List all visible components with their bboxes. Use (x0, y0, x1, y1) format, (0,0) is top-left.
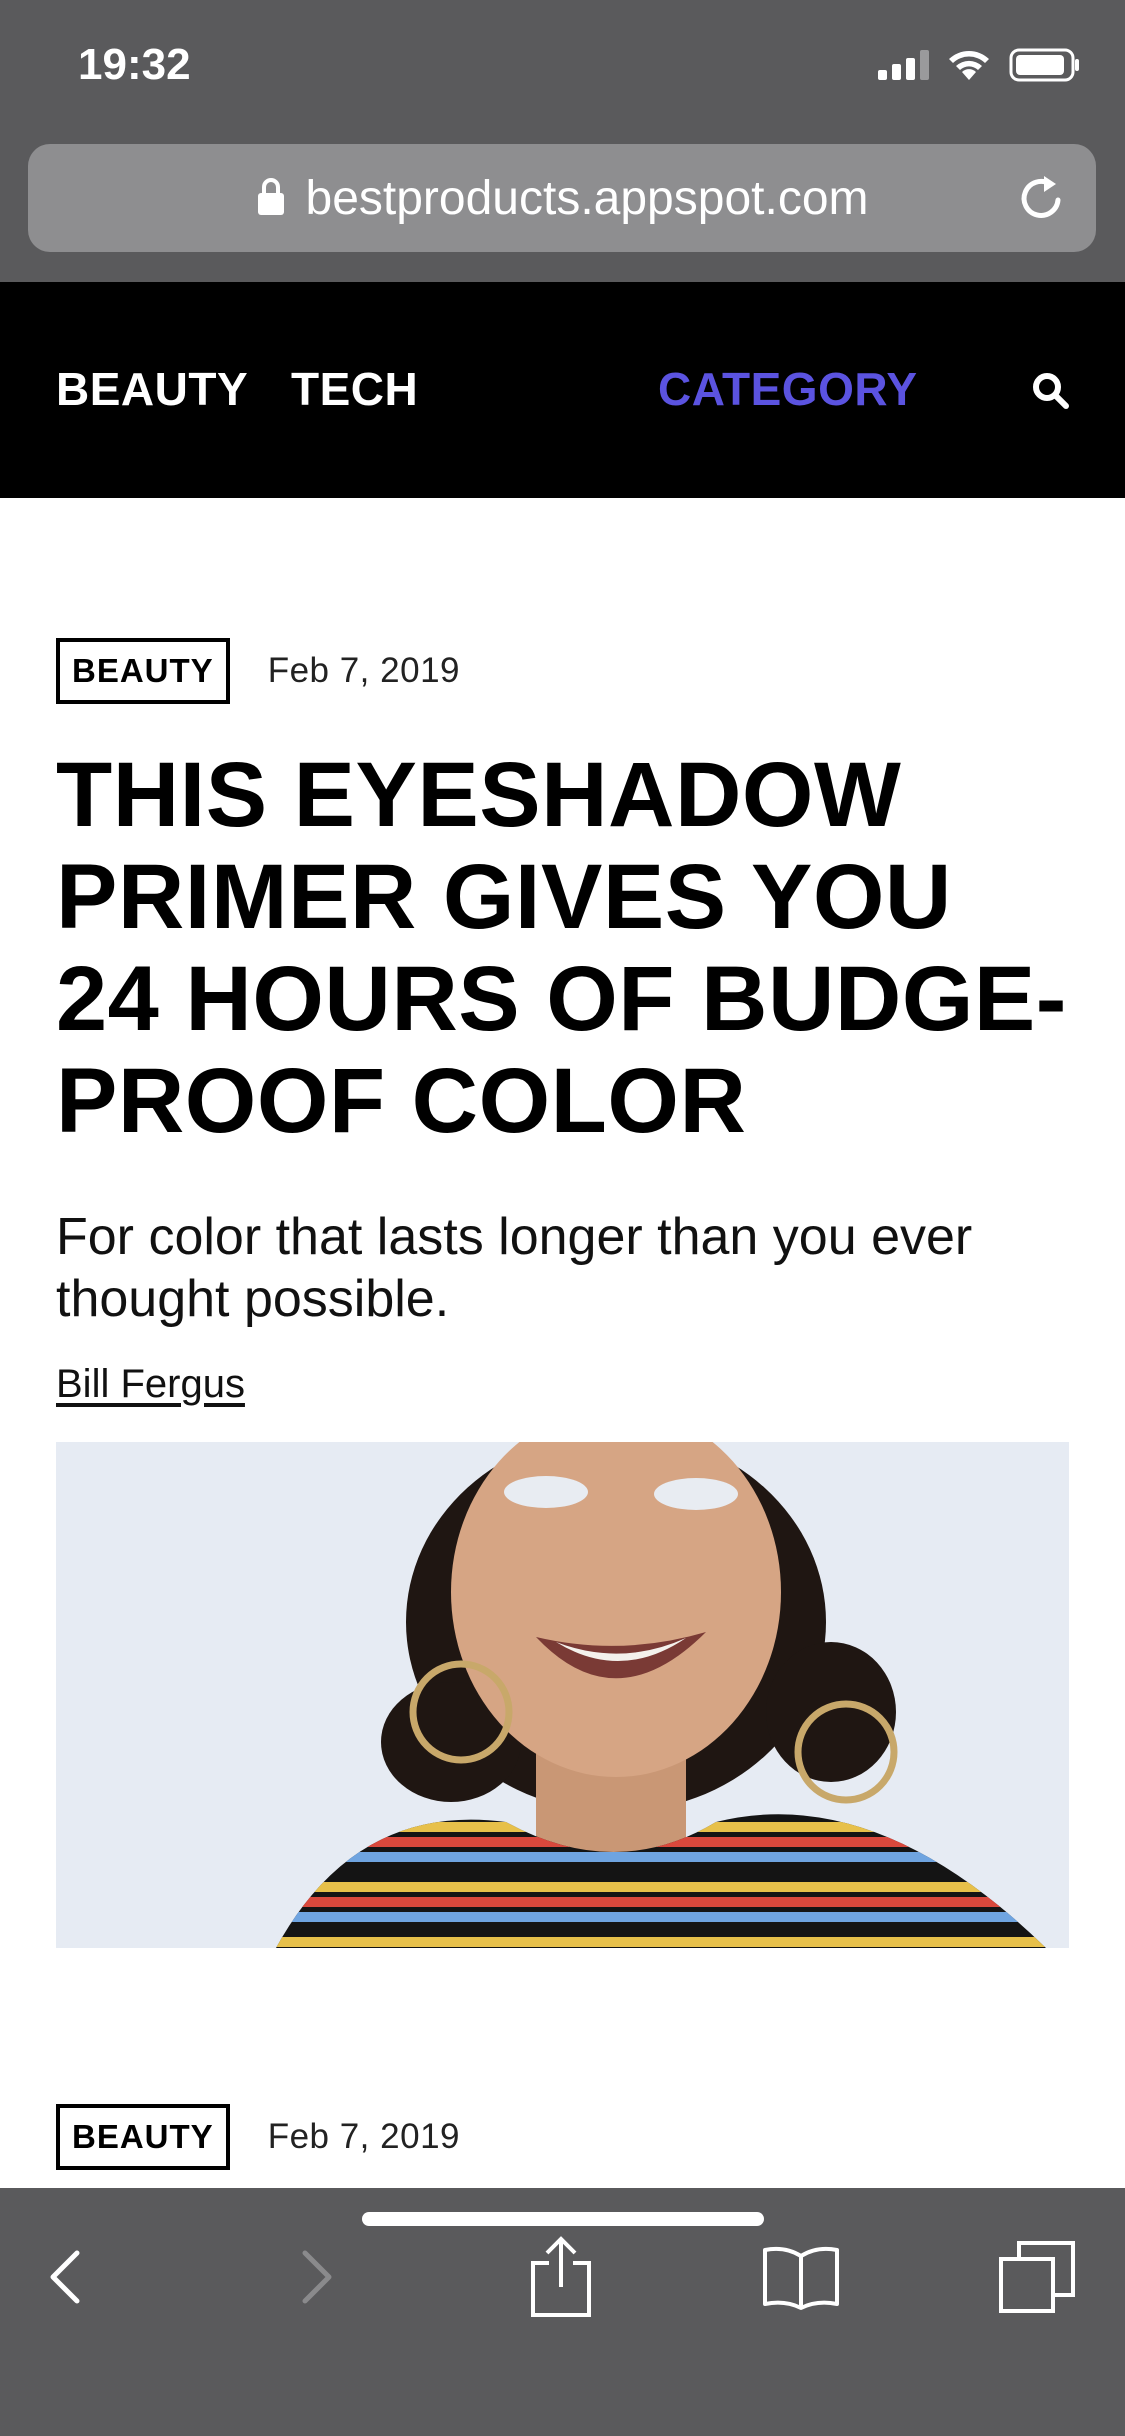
site-navigation: BEAUTY TECH CATEGORY (0, 282, 1125, 498)
lock-icon (257, 178, 284, 215)
wifi-icon (949, 51, 989, 80)
battery-icon (1009, 48, 1079, 82)
category-tag[interactable]: BEAUTY (56, 2104, 230, 2170)
article-headline[interactable]: THIS EYESHADOW PRIMER GIVES YOU 24 HOURS… (56, 744, 1069, 1152)
home-indicator[interactable] (362, 2212, 764, 2226)
address-bar[interactable]: bestproducts.appspot.com (28, 144, 1096, 252)
article-date: Feb 7, 2019 (267, 651, 460, 690)
back-icon (50, 2250, 80, 2304)
status-time: 19:32 (78, 40, 191, 89)
browser-top-bar: 19:32 bestproducts.appspot.com (0, 0, 1125, 282)
next-article-meta: BEAUTY Feb 7, 2019 (56, 2104, 460, 2170)
forward-icon (302, 2250, 332, 2304)
article-meta: BEAUTY Feb 7, 2019 (56, 638, 460, 704)
nav-link-beauty[interactable]: BEAUTY (56, 362, 248, 416)
reload-icon[interactable] (1014, 170, 1070, 226)
article-date: Feb 7, 2019 (267, 2117, 460, 2156)
share-button[interactable] (516, 2232, 606, 2322)
hero-image[interactable] (56, 1442, 1069, 1948)
category-tag[interactable]: BEAUTY (56, 638, 230, 704)
url-text: bestproducts.appspot.com (305, 171, 869, 225)
tabs-icon (999, 2241, 1075, 2313)
nav-category-dropdown[interactable]: CATEGORY (658, 362, 918, 416)
article-dek: For color that lasts longer than you eve… (56, 1208, 973, 1328)
nav-link-tech[interactable]: TECH (291, 362, 418, 416)
back-button[interactable] (20, 2232, 110, 2322)
cellular-signal-icon (878, 50, 929, 80)
bookmarks-icon (763, 2246, 839, 2310)
forward-button[interactable] (272, 2232, 362, 2322)
author-link[interactable]: Bill Fergus (56, 1362, 245, 1407)
portrait-illustration (56, 1442, 1069, 1948)
search-icon[interactable] (1032, 372, 1070, 410)
tabs-button[interactable] (992, 2232, 1082, 2322)
status-icons (878, 48, 1081, 82)
bookmarks-button[interactable] (756, 2232, 846, 2322)
share-icon (531, 2236, 591, 2317)
